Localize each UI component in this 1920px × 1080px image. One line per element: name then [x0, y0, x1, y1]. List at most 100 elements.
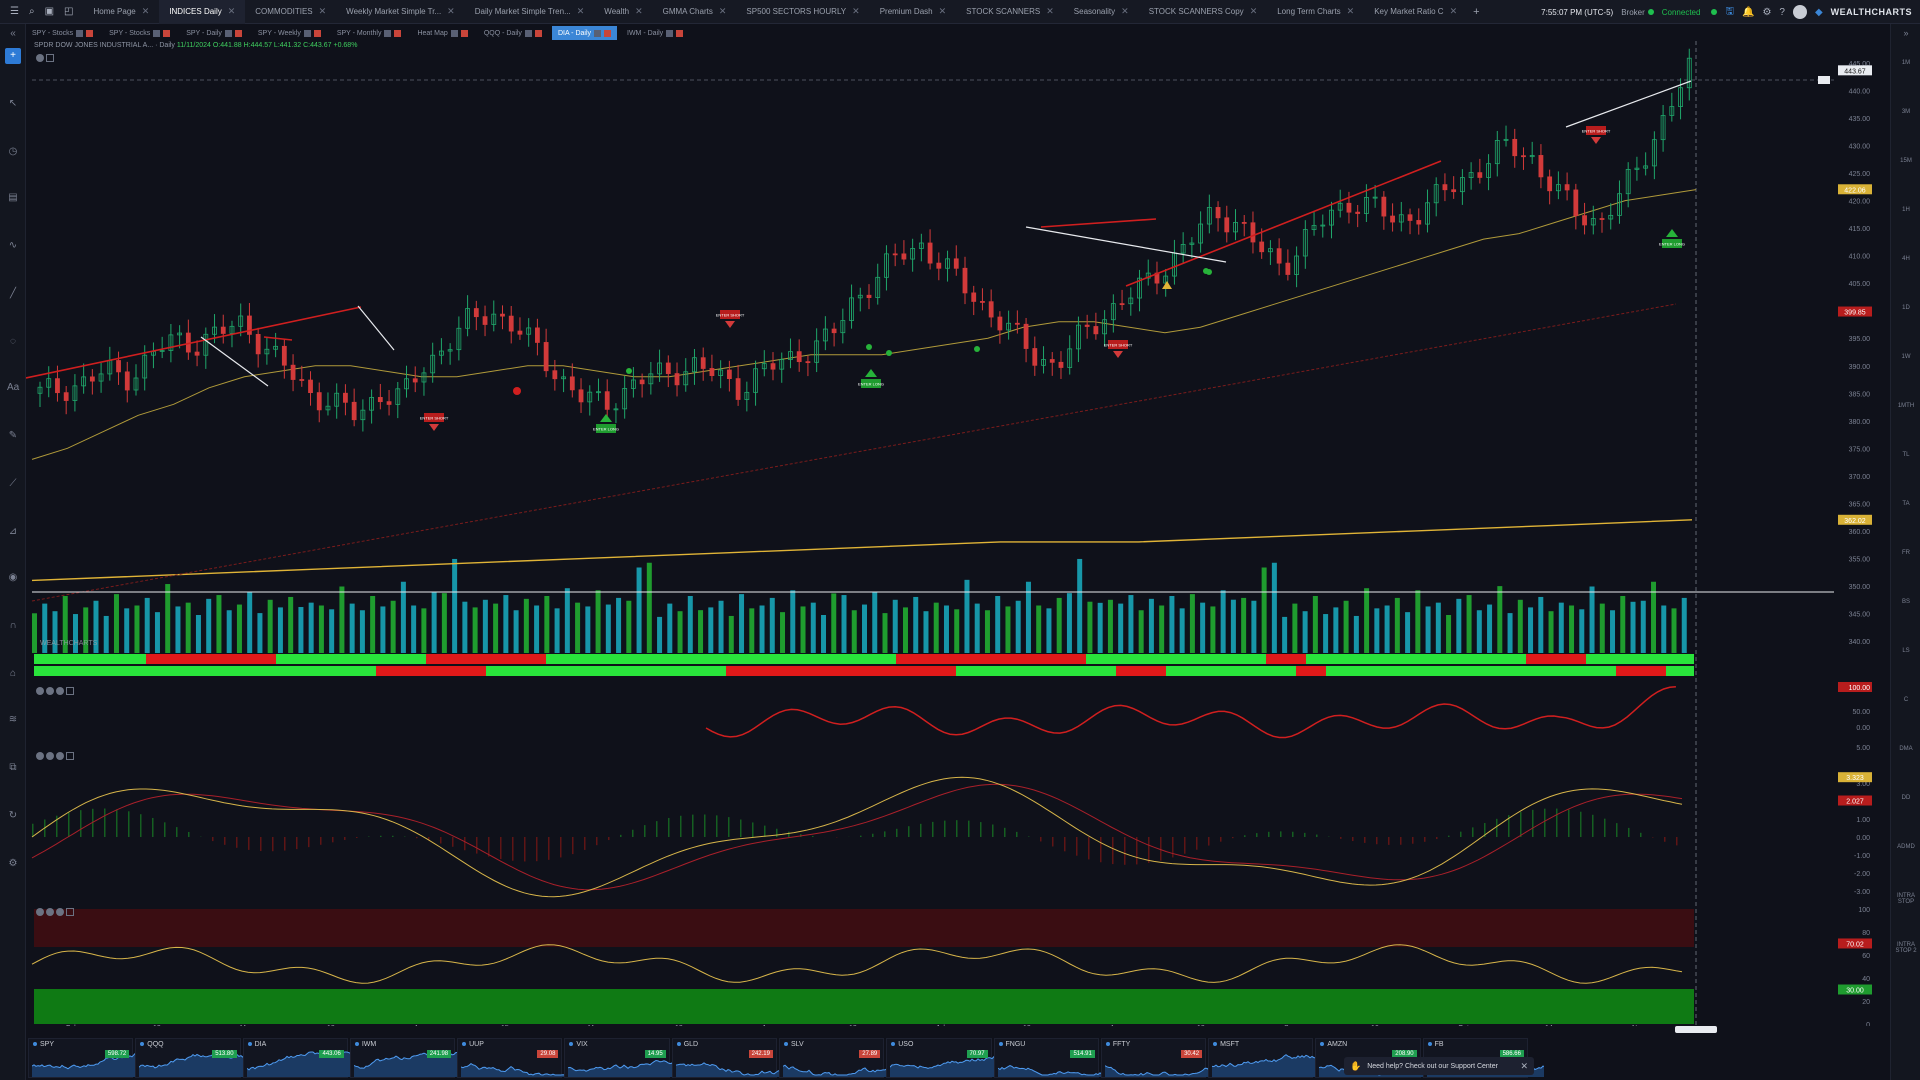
- subtab-close-icon[interactable]: [460, 29, 468, 37]
- subtab-settings-icon[interactable]: [594, 29, 601, 37]
- menu-icon[interactable]: ☰: [10, 6, 19, 17]
- avatar[interactable]: [1792, 5, 1807, 19]
- subtab-4[interactable]: SPY - Monthly: [331, 26, 408, 40]
- strip-item-13[interactable]: C: [1891, 697, 1920, 703]
- price-chart[interactable]: 445.00440.00435.00430.00425.00420.00415.…: [26, 41, 1890, 1026]
- tab-close-icon[interactable]: ✕: [577, 6, 585, 17]
- add-tab-button[interactable]: +: [1467, 6, 1485, 18]
- tab-close-icon[interactable]: ✕: [447, 6, 455, 17]
- watchlist-card[interactable]: IWM 241.98: [349, 1038, 471, 1078]
- watchlist-card[interactable]: GLD 242.19: [671, 1038, 793, 1078]
- close-icon[interactable]: ✕: [1520, 1061, 1528, 1072]
- tab-6[interactable]: GMMA Charts ✕: [653, 0, 737, 24]
- strip-item-4[interactable]: 4H: [1891, 256, 1920, 262]
- tab-close-icon[interactable]: ✕: [1450, 6, 1458, 17]
- watchlist-card[interactable]: QQQ 513.80: [135, 1038, 257, 1078]
- save-icon[interactable]: 🖫: [1725, 4, 1734, 21]
- collapse-right-icon[interactable]: »: [1891, 28, 1920, 38]
- subtab-settings-icon[interactable]: [384, 29, 392, 37]
- subtab-3[interactable]: SPY - Weekly: [252, 26, 327, 40]
- tab-12[interactable]: Long Term Charts ✕: [1267, 0, 1364, 24]
- watchlist-card[interactable]: USO 70.97: [886, 1038, 1008, 1078]
- pane-settings-icon[interactable]: [46, 687, 54, 695]
- strip-item-7[interactable]: 1MTH: [1891, 403, 1920, 409]
- watchlist-card[interactable]: SLV 27.89: [778, 1038, 900, 1078]
- tab-close-icon[interactable]: ✕: [1347, 6, 1355, 17]
- support-banner[interactable]: ✋ Need help? Check out our Support Cente…: [1344, 1057, 1534, 1075]
- pane-close-icon[interactable]: [56, 752, 64, 760]
- strip-item-6[interactable]: 1W: [1891, 354, 1920, 360]
- tab-13[interactable]: Key Market Ratio C ✕: [1364, 0, 1467, 24]
- bell-icon[interactable]: 🔔: [1742, 7, 1754, 18]
- text-tool-icon[interactable]: Aa: [7, 382, 19, 394]
- pane-eye-icon[interactable]: [36, 687, 44, 695]
- strip-item-5[interactable]: 1D: [1891, 305, 1920, 311]
- subtab-close-icon[interactable]: [163, 29, 171, 37]
- strip-item-8[interactable]: TL: [1891, 452, 1920, 458]
- watchlist-card[interactable]: SPY 598.72: [28, 1038, 149, 1078]
- strip-item-2[interactable]: 15M: [1891, 158, 1920, 164]
- pane-eye-icon[interactable]: [36, 752, 44, 760]
- brush-tool-icon[interactable]: ✎: [7, 430, 19, 442]
- subtab-settings-icon[interactable]: [153, 29, 161, 37]
- subtab-settings-icon[interactable]: [450, 29, 458, 37]
- pane-settings-icon[interactable]: [46, 908, 54, 916]
- add-tool-button[interactable]: +: [5, 48, 21, 64]
- help-icon[interactable]: ?: [1779, 7, 1785, 18]
- tab-0[interactable]: Home Page ✕: [83, 0, 159, 24]
- watchlist-card[interactable]: DIA 443.06: [242, 1038, 364, 1078]
- ruler-tool-icon[interactable]: ⟋: [7, 478, 19, 490]
- measure-tool-icon[interactable]: ⊿: [7, 526, 19, 538]
- tab-11[interactable]: STOCK SCANNERS Copy ✕: [1139, 0, 1268, 24]
- subtab-0[interactable]: SPY - Stocks: [26, 26, 99, 40]
- shape-tool-icon[interactable]: ◌: [7, 336, 19, 348]
- tab-8[interactable]: Premium Dash ✕: [870, 0, 956, 24]
- subtab-close-icon[interactable]: [394, 29, 402, 37]
- subtab-close-icon[interactable]: [604, 29, 611, 37]
- subtab-close-icon[interactable]: [234, 29, 242, 37]
- tab-4[interactable]: Daily Market Simple Tren... ✕: [465, 0, 595, 24]
- subtab-settings-icon[interactable]: [76, 29, 84, 37]
- tab-close-icon[interactable]: ✕: [852, 6, 860, 17]
- magnet-tool-icon[interactable]: ∩: [7, 620, 19, 632]
- strip-item-3[interactable]: 1H: [1891, 207, 1920, 213]
- line-tool-icon[interactable]: ╱: [7, 288, 19, 300]
- tab-10[interactable]: Seasonality ✕: [1064, 0, 1139, 24]
- subtab-8[interactable]: IWM - Daily: [621, 26, 689, 40]
- strip-item-0[interactable]: 1M: [1891, 60, 1920, 66]
- strip-item-9[interactable]: TA: [1891, 501, 1920, 507]
- tab-close-icon[interactable]: ✕: [1250, 6, 1258, 17]
- subtab-settings-icon[interactable]: [303, 29, 311, 37]
- subtab-1[interactable]: SPY - Stocks: [103, 26, 176, 40]
- strip-item-18[interactable]: INTRA STOP 2: [1891, 942, 1920, 954]
- pane-maximize-icon[interactable]: [66, 687, 74, 695]
- strip-item-16[interactable]: ADMD: [1891, 844, 1920, 850]
- gear-icon[interactable]: ⚙: [1762, 7, 1771, 18]
- tab-7[interactable]: SP500 SECTORS HOURLY ✕: [736, 0, 869, 24]
- broker-status[interactable]: Broker: [1621, 8, 1654, 17]
- watchlist-card[interactable]: FNGU 514.91: [993, 1038, 1115, 1078]
- clock-tool-icon[interactable]: ◷: [7, 146, 19, 158]
- search-icon[interactable]: ⌕: [29, 6, 35, 17]
- calendar-tool-icon[interactable]: ▤: [7, 192, 19, 204]
- tab-close-icon[interactable]: ✕: [142, 6, 150, 17]
- subtab-close-icon[interactable]: [86, 29, 94, 37]
- pane-settings-icon[interactable]: [46, 752, 54, 760]
- layouts-icon[interactable]: ▣: [45, 6, 54, 17]
- pane-close-icon[interactable]: [56, 908, 64, 916]
- tab-close-icon[interactable]: ✕: [719, 6, 727, 17]
- strip-item-12[interactable]: LS: [1891, 648, 1920, 654]
- tab-close-icon[interactable]: ✕: [319, 6, 327, 17]
- subtab-close-icon[interactable]: [534, 29, 542, 37]
- watchlist-card[interactable]: UUP 29.08: [457, 1038, 579, 1078]
- watchlist-card[interactable]: MSFT: [1208, 1038, 1330, 1078]
- strip-item-14[interactable]: DMA: [1891, 746, 1920, 752]
- tab-close-icon[interactable]: ✕: [939, 6, 947, 17]
- tab-1[interactable]: INDICES Daily ✕: [159, 0, 246, 24]
- subtab-close-icon[interactable]: [313, 29, 321, 37]
- tab-close-icon[interactable]: ✕: [1121, 6, 1129, 17]
- subtab-7[interactable]: DIA - Daily: [551, 26, 617, 40]
- collapse-left-icon[interactable]: «: [7, 28, 19, 40]
- pane-close-icon[interactable]: [56, 687, 64, 695]
- subtab-6[interactable]: QQQ - Daily: [478, 26, 548, 40]
